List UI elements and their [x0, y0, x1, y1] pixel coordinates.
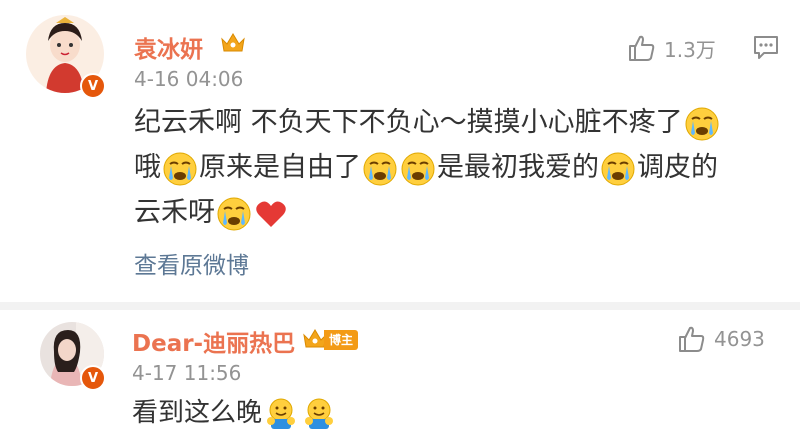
like-count: 4693: [714, 327, 765, 351]
username[interactable]: Dear-迪丽热巴: [132, 324, 295, 358]
verified-badge-icon: V: [80, 365, 106, 391]
crown-icon: [220, 31, 246, 59]
crying-face-emoji: [217, 196, 251, 231]
view-original-post-link[interactable]: 查看原微博: [134, 246, 249, 280]
hug-emoji: [266, 397, 296, 430]
comment-item: V Dear-迪丽热巴 博主 4-17 11:56 4693 看到这么晚: [0, 310, 800, 440]
timestamp: 4-16 04:06: [134, 67, 244, 91]
thumbs-up-icon: [679, 326, 705, 352]
separator: [0, 302, 800, 310]
red-heart-emoji: [256, 201, 286, 227]
like-button[interactable]: 4693: [676, 324, 765, 354]
thumbs-up-icon: [629, 35, 655, 61]
timestamp: 4-17 11:56: [132, 361, 242, 385]
crying-face-emoji: [401, 151, 435, 186]
comment-item: V 袁冰妍 4-16 04:06 1.3万 纪云禾啊 不负天下不负心～摸摸小心脏…: [0, 0, 800, 302]
comment-text: 看到这么晚: [132, 393, 772, 433]
crying-face-emoji: [684, 106, 719, 141]
blogger-badge: 博主: [324, 330, 359, 350]
comment-icon[interactable]: [752, 33, 780, 65]
comment-text: 纪云禾啊 不负天下不负心～摸摸小心脏不疼了 哦原来是自由了 是最初我爱的 调皮的 云…: [134, 100, 774, 235]
crying-face-emoji: [163, 151, 197, 186]
hug-emoji: [304, 397, 334, 430]
verified-badge-icon: V: [80, 73, 106, 99]
like-button[interactable]: 1.3万: [626, 33, 716, 63]
crying-face-emoji: [363, 151, 397, 186]
like-count: 1.3万: [664, 37, 716, 62]
username[interactable]: 袁冰妍: [134, 30, 203, 64]
crying-face-emoji: [601, 151, 635, 186]
